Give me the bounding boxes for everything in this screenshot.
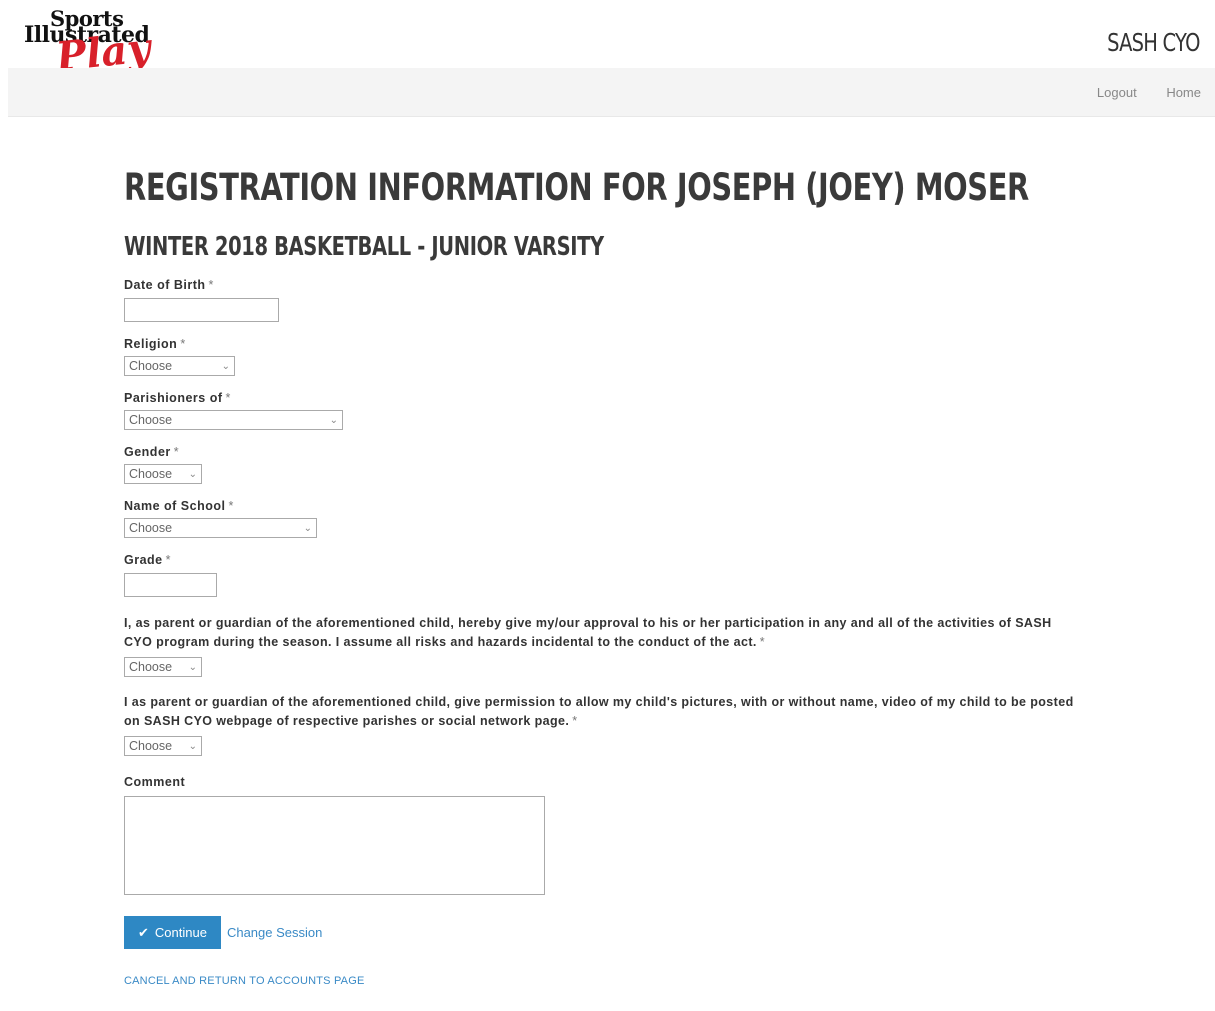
page-title: REGISTRATION INFORMATION FOR JOSEPH (JOE… [124,166,1029,209]
gender-label-text: Gender [124,445,171,459]
chevron-down-icon: ⌄ [188,740,197,752]
school-select[interactable]: Choose ⌄ [124,518,317,538]
school-selected: Choose [129,521,173,535]
dob-label: Date of Birth * [124,278,1084,292]
grade-label-text: Grade [124,553,163,567]
required-marker: * [180,337,186,351]
gender-field: Gender * Choose ⌄ [124,445,1084,484]
grade-label: Grade * [124,553,1084,567]
religion-selected: Choose [129,359,173,373]
chevron-down-icon: ⌄ [188,661,197,673]
photo-permission-field: I as parent or guardian of the aforement… [124,693,1084,756]
registration-form: REGISTRATION INFORMATION FOR JOSEPH (JOE… [124,166,1084,987]
logout-link[interactable]: Logout [1097,85,1137,100]
cancel-return-link[interactable]: CANCEL AND RETURN TO ACCOUNTS PAGE [124,975,1084,987]
nav-links: Logout Home [1071,85,1201,100]
dob-field: Date of Birth * [124,278,1084,322]
dob-input[interactable] [124,298,279,322]
site-name: SASH CYO [1107,28,1200,57]
program-subtitle: WINTER 2018 BASKETBALL - JUNIOR VARSITY [124,232,604,262]
required-marker: * [208,278,214,292]
gender-selected: Choose [129,467,173,481]
photo-permission-select[interactable]: Choose ⌄ [124,736,202,756]
chevron-down-icon: ⌄ [188,468,197,480]
religion-field: Religion * Choose ⌄ [124,337,1084,376]
comment-label: Comment [124,775,186,789]
required-marker: * [225,391,231,405]
parishioners-select[interactable]: Choose ⌄ [124,410,343,430]
gender-select[interactable]: Choose ⌄ [124,464,202,484]
photo-permission-selected: Choose [129,739,173,753]
school-field: Name of School * Choose ⌄ [124,499,1084,538]
school-label: Name of School * [124,499,1084,513]
dob-label-text: Date of Birth [124,278,206,292]
continue-button[interactable]: ✔ Continue [124,916,221,949]
religion-label-text: Religion [124,337,178,351]
grade-input[interactable] [124,573,217,597]
required-marker: * [572,714,578,728]
grade-field: Grade * [124,553,1084,597]
required-marker: * [173,445,180,459]
chevron-down-icon: ⌄ [221,360,230,372]
chevron-down-icon: ⌄ [303,522,312,534]
approval-select[interactable]: Choose ⌄ [124,657,202,677]
photo-permission-text-body: I as parent or guardian of the aforement… [124,695,1074,728]
approval-text-body: I, as parent or guardian of the aforemen… [124,616,1052,649]
parishioners-selected: Choose [129,413,173,427]
home-link[interactable]: Home [1166,85,1201,100]
comment-field: Comment [124,775,1084,895]
school-label-text: Name of School [124,499,226,513]
continue-label: Continue [154,925,207,940]
required-marker: * [759,635,766,649]
photo-permission-text: I as parent or guardian of the aforement… [124,693,1074,731]
required-marker: * [165,553,172,567]
comment-textarea[interactable] [124,796,545,895]
chevron-down-icon: ⌄ [329,414,338,426]
approval-field: I, as parent or guardian of the aforemen… [124,614,1084,677]
required-marker: * [228,499,234,513]
form-actions: ✔ Continue Change Session [124,916,1084,949]
religion-select[interactable]: Choose ⌄ [124,356,235,376]
change-session-link[interactable]: Change Session [227,925,322,940]
religion-label: Religion * [124,337,1084,351]
gender-label: Gender * [124,445,1084,459]
approval-selected: Choose [129,660,173,674]
parishioners-field: Parishioners of * Choose ⌄ [124,391,1084,430]
check-icon: ✔ [138,924,149,940]
parishioners-label-text: Parishioners of [124,391,223,405]
approval-text: I, as parent or guardian of the aforemen… [124,614,1074,652]
parishioners-label: Parishioners of * [124,391,1084,405]
top-navbar: Logout Home [8,68,1215,117]
